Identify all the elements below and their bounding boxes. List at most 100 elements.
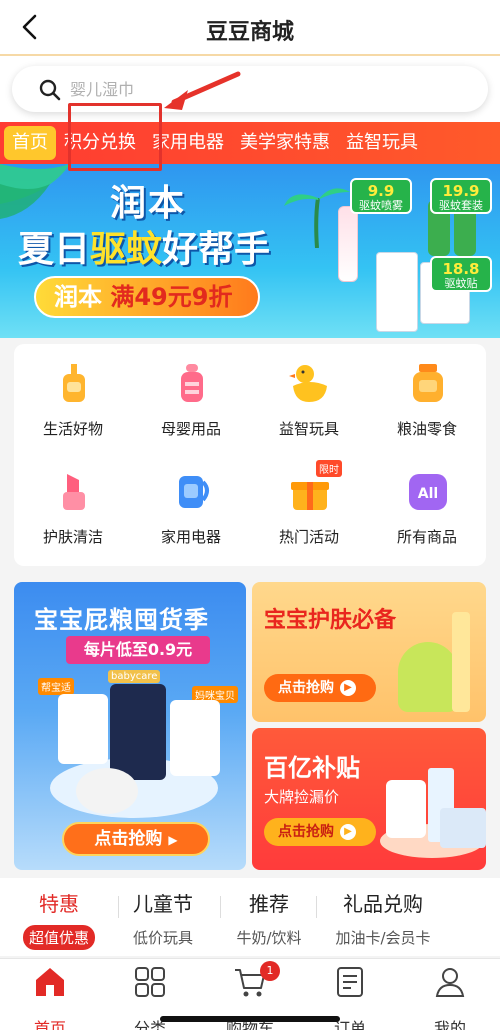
duck-toy-icon — [289, 365, 327, 402]
feature-tab-subtitle: 牛奶/饮料 — [236, 929, 302, 947]
all-icon-text: All — [418, 486, 438, 502]
search-input[interactable] — [70, 74, 450, 104]
toy-product-image — [398, 642, 458, 712]
promo-buy-label: 点击抢购 — [94, 829, 163, 849]
banner-headline-pre: 夏日 — [18, 229, 91, 270]
promo-card-diapers[interactable]: 宝宝屁粮囤货季 每片低至0.9元 帮宝适 babycare 妈咪宝贝 点击抢购 … — [14, 582, 246, 870]
quick-item-daily-goods[interactable]: 生活好物 — [14, 344, 132, 450]
kettle-icon — [179, 476, 209, 508]
play-arrow-icon: ▶ — [168, 833, 178, 847]
promo-subtitle: 每片低至0.9元 — [66, 636, 210, 664]
tab-educational-toys[interactable]: 益智玩具 — [338, 122, 426, 164]
product-box-image — [376, 252, 418, 332]
tag-mosquito-patch: 18.8 驱蚊贴 — [430, 256, 492, 292]
tag-label: 驱蚊喷雾 — [359, 199, 403, 212]
promo-card-subsidy[interactable]: 百亿补贴 大牌捡漏价 点击抢购 ▶ — [252, 728, 486, 870]
banner-headline: 夏日驱蚊好帮手 — [18, 220, 270, 272]
annotation-highlight-box — [68, 103, 162, 171]
product-pack-image — [440, 808, 486, 848]
promo-buy-button[interactable]: 点击抢购 ▶ — [264, 818, 376, 846]
promo-buy-button[interactable]: 点击抢购 ▶ — [62, 822, 210, 856]
cart-badge: 1 — [260, 961, 280, 981]
tag-price: 19.9 — [442, 182, 480, 200]
quick-item-label: 护肤清洁 — [42, 528, 103, 546]
quick-item-label: 热门活动 — [278, 528, 339, 546]
play-arrow-icon: ▶ — [340, 680, 356, 696]
feature-tab-subtitle: 低价玩具 — [132, 929, 193, 947]
tag-mosquito-set: 19.9 驱蚊套装 — [430, 178, 492, 214]
quick-item-home-appliances[interactable]: 家用电器 — [132, 452, 250, 558]
banner-headline-highlight: 驱蚊 — [90, 229, 163, 270]
quick-item-skincare[interactable]: 护肤清洁 — [14, 452, 132, 558]
product-can-image — [386, 780, 426, 838]
nav-profile[interactable]: 我的 — [400, 965, 500, 1030]
banner-pill-offer: 满49元9折 — [110, 283, 233, 311]
quick-item-all-products[interactable]: All 所有商品 — [368, 452, 486, 558]
nav-label: 我的 — [433, 1019, 466, 1030]
quick-item-label: 粮油零食 — [396, 420, 457, 438]
feature-tab-title: 儿童节 — [133, 892, 193, 916]
diaper-pack-image — [110, 684, 166, 780]
feature-tab-title: 礼品兑购 — [343, 892, 423, 916]
feature-tab-subtitle: 加油卡/会员卡 — [335, 929, 431, 947]
play-arrow-icon: ▶ — [340, 824, 356, 840]
home-indicator — [160, 1016, 340, 1022]
lipstick-icon — [63, 474, 85, 510]
feature-tab-bar: 特惠 超值优惠 儿童节 低价玩具 推荐 牛奶/饮料 礼品兑购 加油卡/会员卡 — [0, 878, 500, 956]
banner-offer-pill: 润本 满49元9折 — [34, 276, 260, 318]
quick-item-label: 益智玩具 — [278, 420, 339, 438]
order-list-icon — [337, 967, 363, 997]
tag-price: 9.9 — [367, 182, 395, 200]
limited-time-badge: 限时 — [316, 460, 342, 477]
feature-tab-title: 推荐 — [249, 892, 289, 916]
brand-label: babycare — [108, 670, 161, 683]
quick-item-baby-products[interactable]: 母婴用品 — [132, 344, 250, 450]
quick-item-hot-events[interactable]: 限时 热门活动 — [250, 452, 368, 558]
feature-tab-childrens-day[interactable]: 儿童节 低价玩具 — [108, 888, 218, 950]
pump-bottle-icon — [63, 364, 85, 402]
feature-tab-recommended[interactable]: 推荐 牛奶/饮料 — [214, 888, 324, 950]
app-root: 豆豆商城 首页 积分兑换 家用电器 美学家特惠 益智玩具 润本 夏日驱蚊好帮手 … — [0, 0, 500, 1030]
promo-title: 宝宝屁粮囤货季 — [34, 606, 209, 634]
quick-item-educational-toys[interactable]: 益智玩具 — [250, 344, 368, 450]
promo-buy-label: 点击抢购 — [278, 824, 334, 840]
quick-item-label: 母婴用品 — [160, 420, 221, 438]
promo-card-baby-skincare[interactable]: 宝宝护肤必备 点击抢购 ▶ — [252, 582, 486, 722]
feature-tab-title: 特惠 — [39, 892, 79, 916]
promo-title: 百亿补贴 — [264, 754, 360, 782]
nav-home[interactable]: 首页 — [0, 965, 100, 1030]
tag-mosquito-spray: 9.9 驱蚊喷雾 — [350, 178, 412, 214]
diaper-pack-image — [58, 694, 108, 764]
header-bar: 豆豆商城 — [0, 0, 500, 56]
baby-bottle-icon — [181, 364, 203, 402]
promo-buy-button[interactable]: 点击抢购 ▶ — [264, 674, 376, 702]
category-quick-grid: 生活好物 母婴用品 益智玩具 粮油零食 护肤清洁 家用电器 限时 热门活动 Al — [14, 344, 486, 566]
tag-price: 18.8 — [442, 260, 480, 278]
divider — [316, 896, 317, 918]
jar-icon — [413, 364, 443, 402]
quick-item-label: 家用电器 — [160, 528, 221, 546]
spray-bottle-image — [338, 206, 358, 282]
diaper-roll-image — [76, 768, 138, 814]
promo-banner[interactable]: 润本 夏日驱蚊好帮手 润本 满49元9折 9.9 驱蚊喷雾 19.9 驱蚊套装 18… — [0, 164, 500, 338]
brand-label: 帮宝适 — [38, 678, 74, 695]
banner-headline-post: 好帮手 — [162, 229, 271, 270]
home-icon — [36, 968, 64, 996]
user-icon — [435, 968, 465, 997]
tag-label: 驱蚊贴 — [444, 277, 478, 290]
search-icon — [39, 79, 61, 101]
feature-tab-specials[interactable]: 特惠 超值优惠 — [4, 888, 114, 950]
quick-item-label: 生活好物 — [42, 420, 103, 438]
quick-item-label: 所有商品 — [396, 528, 457, 546]
promo-subtitle: 大牌捡漏价 — [264, 788, 340, 806]
nav-label: 首页 — [33, 1019, 66, 1030]
feature-tab-gift-exchange[interactable]: 礼品兑购 加油卡/会员卡 — [320, 888, 446, 950]
all-icon: All — [409, 474, 447, 510]
promo-title: 宝宝护肤必备 — [264, 608, 397, 633]
diaper-pack-image — [170, 700, 220, 776]
tab-aesthetics-deals[interactable]: 美学家特惠 — [232, 122, 338, 164]
banner-pill-brand: 润本 — [54, 283, 102, 311]
feature-tab-subtitle: 超值优惠 — [22, 925, 95, 950]
tab-home[interactable]: 首页 — [4, 126, 56, 160]
quick-item-grain-snacks[interactable]: 粮油零食 — [368, 344, 486, 450]
